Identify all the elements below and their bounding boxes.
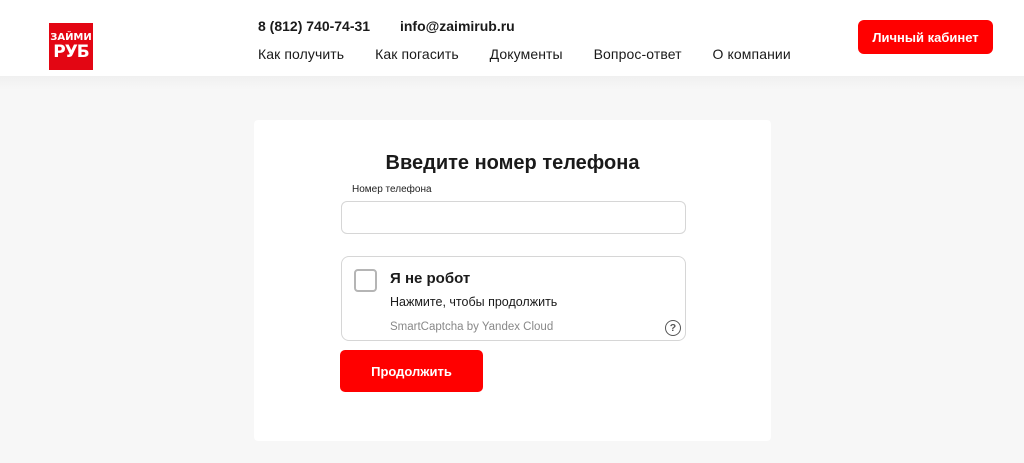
captcha-checkbox-label[interactable]: Я не робот	[390, 270, 470, 287]
nav-item-faq[interactable]: Вопрос-ответ	[594, 46, 682, 62]
main-nav: Как получить Как погасить Документы Вопр…	[258, 46, 818, 62]
logo-text-bottom: РУБ	[53, 41, 90, 62]
smart-captcha-widget: Я не робот Нажмите, чтобы продолжить Sma…	[341, 256, 686, 341]
zaimirub-logo[interactable]: ЗАЙМИ РУБ	[49, 23, 93, 70]
phone-link[interactable]: 8 (812) 740-74-31	[258, 18, 370, 34]
email-link[interactable]: info@zaimirub.ru	[400, 18, 515, 34]
nav-item-how-to-repay[interactable]: Как погасить	[375, 46, 459, 62]
captcha-checkbox[interactable]	[354, 269, 377, 292]
logo-text-top: ЗАЙМИ	[50, 31, 92, 43]
header-contacts: 8 (812) 740-74-31 info@zaimirub.ru	[258, 18, 515, 34]
phone-input[interactable]	[341, 201, 686, 234]
form-title: Введите номер телефона	[385, 152, 640, 174]
continue-button[interactable]: Продолжить	[340, 350, 483, 392]
site-header: ЗАЙМИ РУБ 8 (812) 740-74-31 info@zaimiru…	[0, 0, 1024, 76]
nav-item-documents[interactable]: Документы	[490, 46, 563, 62]
phone-field-label: Номер телефона	[352, 184, 432, 195]
captcha-hint: Нажмите, чтобы продолжить	[390, 295, 558, 309]
captcha-brand-link[interactable]: SmartCaptcha by Yandex Cloud	[390, 321, 553, 333]
header-divider	[0, 76, 1024, 90]
personal-cabinet-button[interactable]: Личный кабинет	[858, 20, 993, 54]
help-icon[interactable]: ?	[665, 320, 681, 336]
nav-item-about[interactable]: О компании	[713, 46, 791, 62]
nav-item-how-to-get[interactable]: Как получить	[258, 46, 344, 62]
